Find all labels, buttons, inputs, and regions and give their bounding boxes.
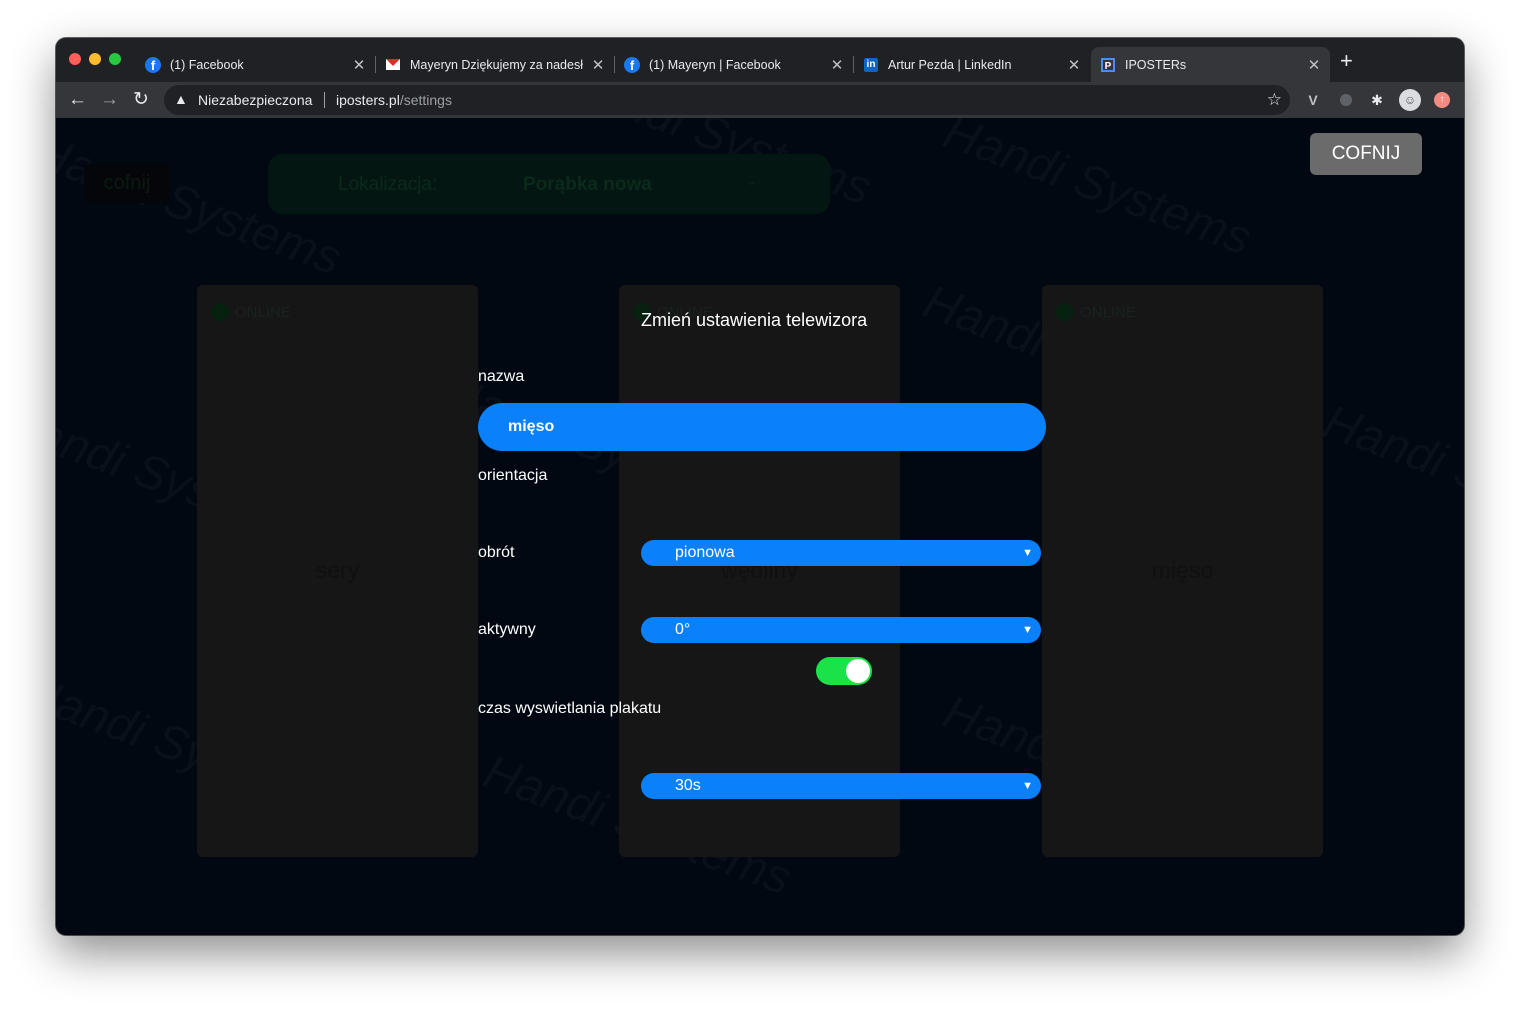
forward-arrow-icon[interactable]: → bbox=[100, 89, 119, 111]
close-icon[interactable]: ✕ bbox=[1304, 56, 1324, 74]
name-label: nazwa bbox=[478, 368, 525, 385]
url-host: iposters.pl bbox=[336, 92, 400, 108]
status-dot-icon bbox=[211, 303, 229, 321]
back-arrow-icon[interactable]: ← bbox=[68, 89, 87, 111]
display-time-value: 30s bbox=[675, 777, 701, 794]
tab-title: (1) Facebook bbox=[170, 57, 244, 72]
address-bar[interactable]: ▲ Niezabezpieczona iposters.pl/settings … bbox=[164, 85, 1290, 115]
close-icon[interactable]: ✕ bbox=[827, 56, 847, 74]
chevron-down-icon: ▼ bbox=[1022, 780, 1033, 792]
minimize-window-button[interactable] bbox=[89, 53, 101, 65]
tab-title: Artur Pezda | LinkedIn bbox=[888, 57, 1012, 72]
facebook-icon: f bbox=[145, 56, 161, 73]
page-content: Handi Systems Handi Systems Handi System… bbox=[56, 118, 1464, 935]
cofnij-button[interactable]: COFNIJ bbox=[1310, 133, 1422, 175]
close-window-button[interactable] bbox=[69, 53, 81, 65]
browser-tab-active[interactable]: P IPOSTERs ✕ bbox=[1091, 47, 1330, 82]
status-badge: ONLINE bbox=[211, 303, 291, 321]
rotation-label: obrót bbox=[478, 544, 515, 561]
orientation-value: pionowa bbox=[675, 544, 735, 561]
active-label: aktywny bbox=[478, 621, 536, 638]
facebook-icon: f bbox=[624, 56, 640, 73]
chevron-down-icon: ▼ bbox=[1022, 624, 1033, 636]
rotation-value: 0° bbox=[675, 621, 691, 638]
background-back-button: cofnij bbox=[84, 163, 170, 203]
browser-tab[interactable]: f (1) Facebook ✕ bbox=[136, 47, 376, 82]
watermark: Handi Systems bbox=[1316, 394, 1464, 556]
browser-window: f (1) Facebook ✕ Mayeryn Dziękujemy za n… bbox=[56, 38, 1464, 935]
orientation-select[interactable]: pionowa ▼ bbox=[641, 540, 1041, 566]
tv-card: ONLINE sery bbox=[197, 285, 478, 857]
tab-title: Mayeryn Dziękujemy za nadesł bbox=[410, 57, 583, 72]
update-icon[interactable]: ↑ bbox=[1433, 91, 1451, 109]
chevron-down-icon: ▼ bbox=[1022, 547, 1033, 559]
status-dot-icon bbox=[1056, 303, 1074, 321]
display-time-label: czas wyswietlania plakatu bbox=[478, 700, 662, 717]
linkedin-icon: in bbox=[863, 57, 879, 73]
active-toggle[interactable] bbox=[816, 657, 872, 685]
watermark: Handi Systems bbox=[936, 118, 1258, 267]
url-text: iposters.pl/settings bbox=[336, 92, 452, 108]
browser-tab[interactable]: Mayeryn Dziękujemy za nadesł ✕ bbox=[376, 47, 615, 82]
close-icon[interactable]: ✕ bbox=[588, 56, 608, 74]
bookmark-star-icon[interactable]: ☆ bbox=[1267, 90, 1282, 110]
maximize-window-button[interactable] bbox=[109, 53, 121, 65]
chevron-down-icon: ⌄ bbox=[746, 172, 758, 188]
iposters-icon: P bbox=[1100, 57, 1116, 73]
extension-icon[interactable] bbox=[1337, 91, 1355, 109]
orientation-label: orientacja bbox=[478, 467, 548, 484]
status-badge: ONLINE bbox=[1056, 303, 1136, 321]
vue-devtools-icon[interactable]: V bbox=[1304, 91, 1322, 109]
browser-toolbar: ← → ↻ ▲ Niezabezpieczona iposters.pl/set… bbox=[56, 82, 1464, 118]
extensions-puzzle-icon[interactable]: ✱ bbox=[1368, 91, 1386, 109]
profile-avatar-icon[interactable]: ☺ bbox=[1399, 89, 1421, 111]
location-select: Lokalizacja: Porąbka nowa ⌄ bbox=[268, 154, 830, 214]
reload-icon[interactable]: ↻ bbox=[133, 89, 149, 111]
gmail-icon bbox=[385, 57, 401, 73]
security-label: Niezabezpieczona bbox=[198, 92, 313, 108]
location-label: Lokalizacja: bbox=[338, 174, 438, 195]
modal-title: Zmień ustawienia telewizora bbox=[641, 310, 868, 330]
tab-title: IPOSTERs bbox=[1125, 57, 1187, 72]
rotation-select[interactable]: 0° ▼ bbox=[641, 617, 1041, 643]
new-tab-icon[interactable]: + bbox=[1340, 50, 1353, 72]
close-icon[interactable]: ✕ bbox=[349, 56, 369, 74]
display-time-select[interactable]: 30s ▼ bbox=[641, 773, 1041, 799]
browser-tab[interactable]: in Artur Pezda | LinkedIn ✕ bbox=[854, 47, 1090, 82]
location-value: Porąbka nowa bbox=[523, 174, 652, 195]
tab-strip: f (1) Facebook ✕ Mayeryn Dziękujemy za n… bbox=[56, 38, 1464, 82]
warning-icon: ▲ bbox=[174, 91, 188, 107]
tab-title: (1) Mayeryn | Facebook bbox=[649, 57, 781, 72]
toggle-knob bbox=[846, 659, 870, 683]
tv-name: mięso bbox=[1151, 557, 1214, 583]
browser-tab[interactable]: f (1) Mayeryn | Facebook ✕ bbox=[615, 47, 854, 82]
url-path: /settings bbox=[399, 92, 452, 108]
tv-card: ONLINE mięso bbox=[1042, 285, 1323, 857]
tv-card: ONLINE wędliny bbox=[619, 285, 900, 857]
name-input[interactable]: mięso bbox=[478, 403, 1046, 451]
close-icon[interactable]: ✕ bbox=[1064, 56, 1084, 74]
tv-name: sery bbox=[315, 557, 360, 583]
